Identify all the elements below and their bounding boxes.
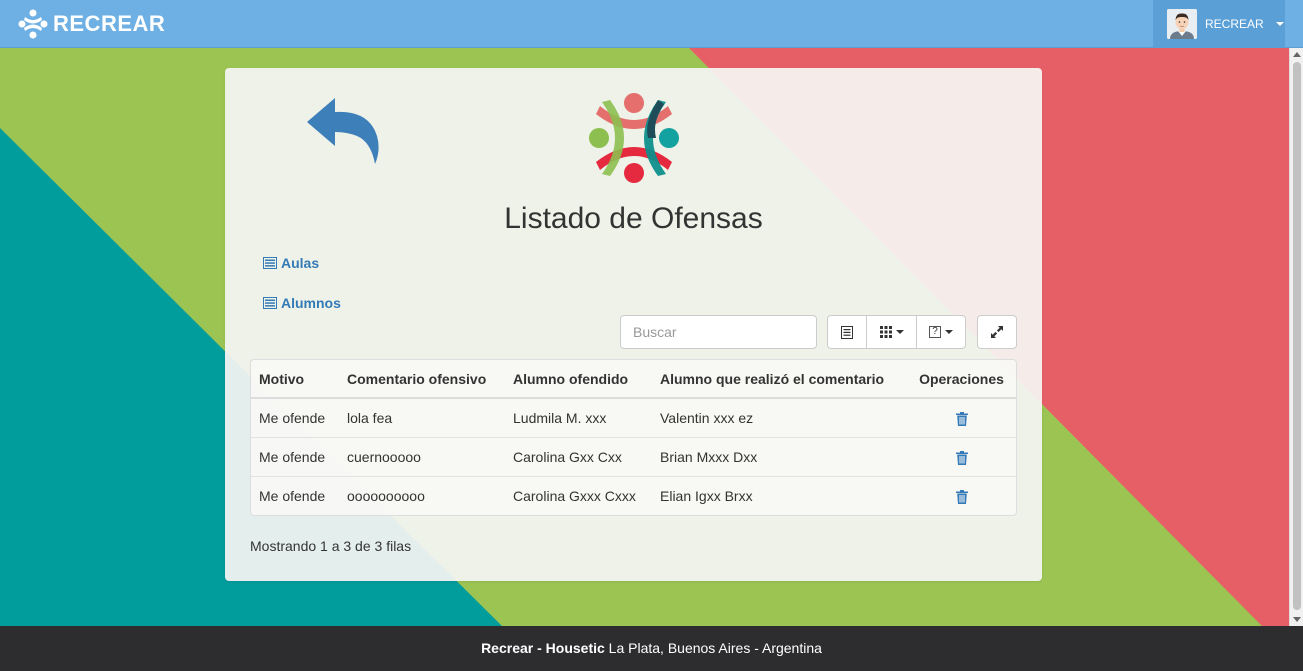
cell-comentario: cuernooooo (339, 436, 505, 476)
caret-down-icon (1275, 22, 1284, 26)
scroll-thumb[interactable] (1293, 62, 1301, 610)
column-header-comentario[interactable]: Comentario ofensivo (339, 360, 505, 399)
export-icon: ? (929, 326, 941, 338)
table-row: Me ofende cuernooooo Carolina Gxx Cxx Br… (251, 436, 1016, 476)
fullscreen-button[interactable] (977, 315, 1017, 349)
avatar (1167, 9, 1197, 39)
user-menu-dropdown[interactable]: RECREAR (1153, 0, 1285, 48)
table-row: Me ofende oooooooooo Carolina Gxxx Cxxx … (251, 475, 1016, 515)
back-arrow-icon[interactable] (307, 98, 381, 164)
toggle-view-button[interactable] (827, 315, 867, 349)
column-header-motivo[interactable]: Motivo (251, 360, 339, 399)
recrear-logo-icon (18, 9, 48, 39)
search-input[interactable] (620, 315, 817, 349)
caret-down-icon (895, 330, 904, 334)
column-header-alumno-ofendido[interactable]: Alumno ofendido (505, 360, 652, 399)
pagination-info: Mostrando 1 a 3 de 3 filas (250, 538, 412, 554)
brand-name: RECREAR (53, 11, 166, 36)
aulas-link-label: Aulas (281, 255, 320, 271)
cell-operaciones (907, 398, 1016, 437)
column-header-alumno-comentario[interactable]: Alumno que realizó el comentario (652, 360, 907, 399)
cell-alumno-comentario: Elian Igxx Brxx (652, 475, 907, 515)
cell-comentario: oooooooooo (339, 475, 505, 515)
trash-icon[interactable] (955, 450, 968, 465)
table-header-row: Motivo Comentario ofensivo Alumno ofendi… (251, 360, 1016, 399)
cell-alumno-ofendido: Ludmila M. xxx (513, 409, 607, 426)
page-title: Listado de Ofensas (504, 202, 763, 235)
cell-motivo: Me ofende (259, 409, 326, 426)
aulas-link[interactable]: Aulas (263, 255, 319, 271)
columns-button[interactable] (866, 315, 917, 349)
page-scrollbar[interactable] (1289, 48, 1303, 626)
export-button[interactable]: ? (916, 315, 966, 349)
toggle-view-icon (841, 325, 853, 339)
column-header-operaciones[interactable]: Operaciones (907, 360, 1016, 399)
trash-icon[interactable] (955, 489, 968, 504)
scroll-up-arrow-icon[interactable] (1293, 52, 1301, 57)
columns-icon (879, 326, 892, 338)
recrear-logo-icon (589, 93, 679, 183)
brand-link[interactable]: RECREAR (17, 8, 165, 40)
alumnos-link[interactable]: Alumnos (263, 295, 341, 311)
list-icon (263, 257, 277, 269)
cell-alumno-ofendido: Carolina Gxxx Cxxx (505, 475, 652, 515)
user-name: RECREAR (1205, 17, 1264, 31)
list-icon (263, 297, 277, 309)
main-panel: Listado de Ofensas Aulas Alumnos Buscar … (225, 68, 1042, 581)
cell-operaciones (907, 436, 1016, 476)
ofensas-table: Motivo Comentario ofensivo Alumno ofendi… (250, 359, 1017, 516)
cell-operaciones (907, 475, 1016, 515)
page-footer: Recrear - Housetic La Plata, Buenos Aire… (0, 626, 1303, 671)
table-row: Me ofende lola fea Ludmila M. xxx Valent… (251, 398, 1016, 437)
cell-alumno-ofendido: Carolina Gxx Cxx (505, 436, 652, 476)
alumnos-link-label: Alumnos (281, 295, 341, 311)
fullscreen-icon (991, 326, 1003, 338)
caret-down-icon (945, 330, 953, 334)
cell-motivo: Me ofende (251, 475, 339, 515)
cell-alumno-comentario: Valentin xxx ez (660, 409, 754, 426)
cell-comentario: lola fea (347, 409, 393, 426)
footer-location: La Plata, Buenos Aires - Argentina (604, 640, 822, 656)
cell-alumno-comentario: Brian Mxxx Dxx (652, 436, 907, 476)
cell-motivo: Me ofende (251, 436, 339, 476)
footer-brand: Recrear - Housetic (481, 640, 605, 656)
table-toolbar: ? (827, 315, 966, 349)
scroll-down-arrow-icon[interactable] (1293, 617, 1301, 622)
trash-icon[interactable] (955, 411, 968, 426)
navbar: RECREAR RECREAR (0, 0, 1303, 48)
